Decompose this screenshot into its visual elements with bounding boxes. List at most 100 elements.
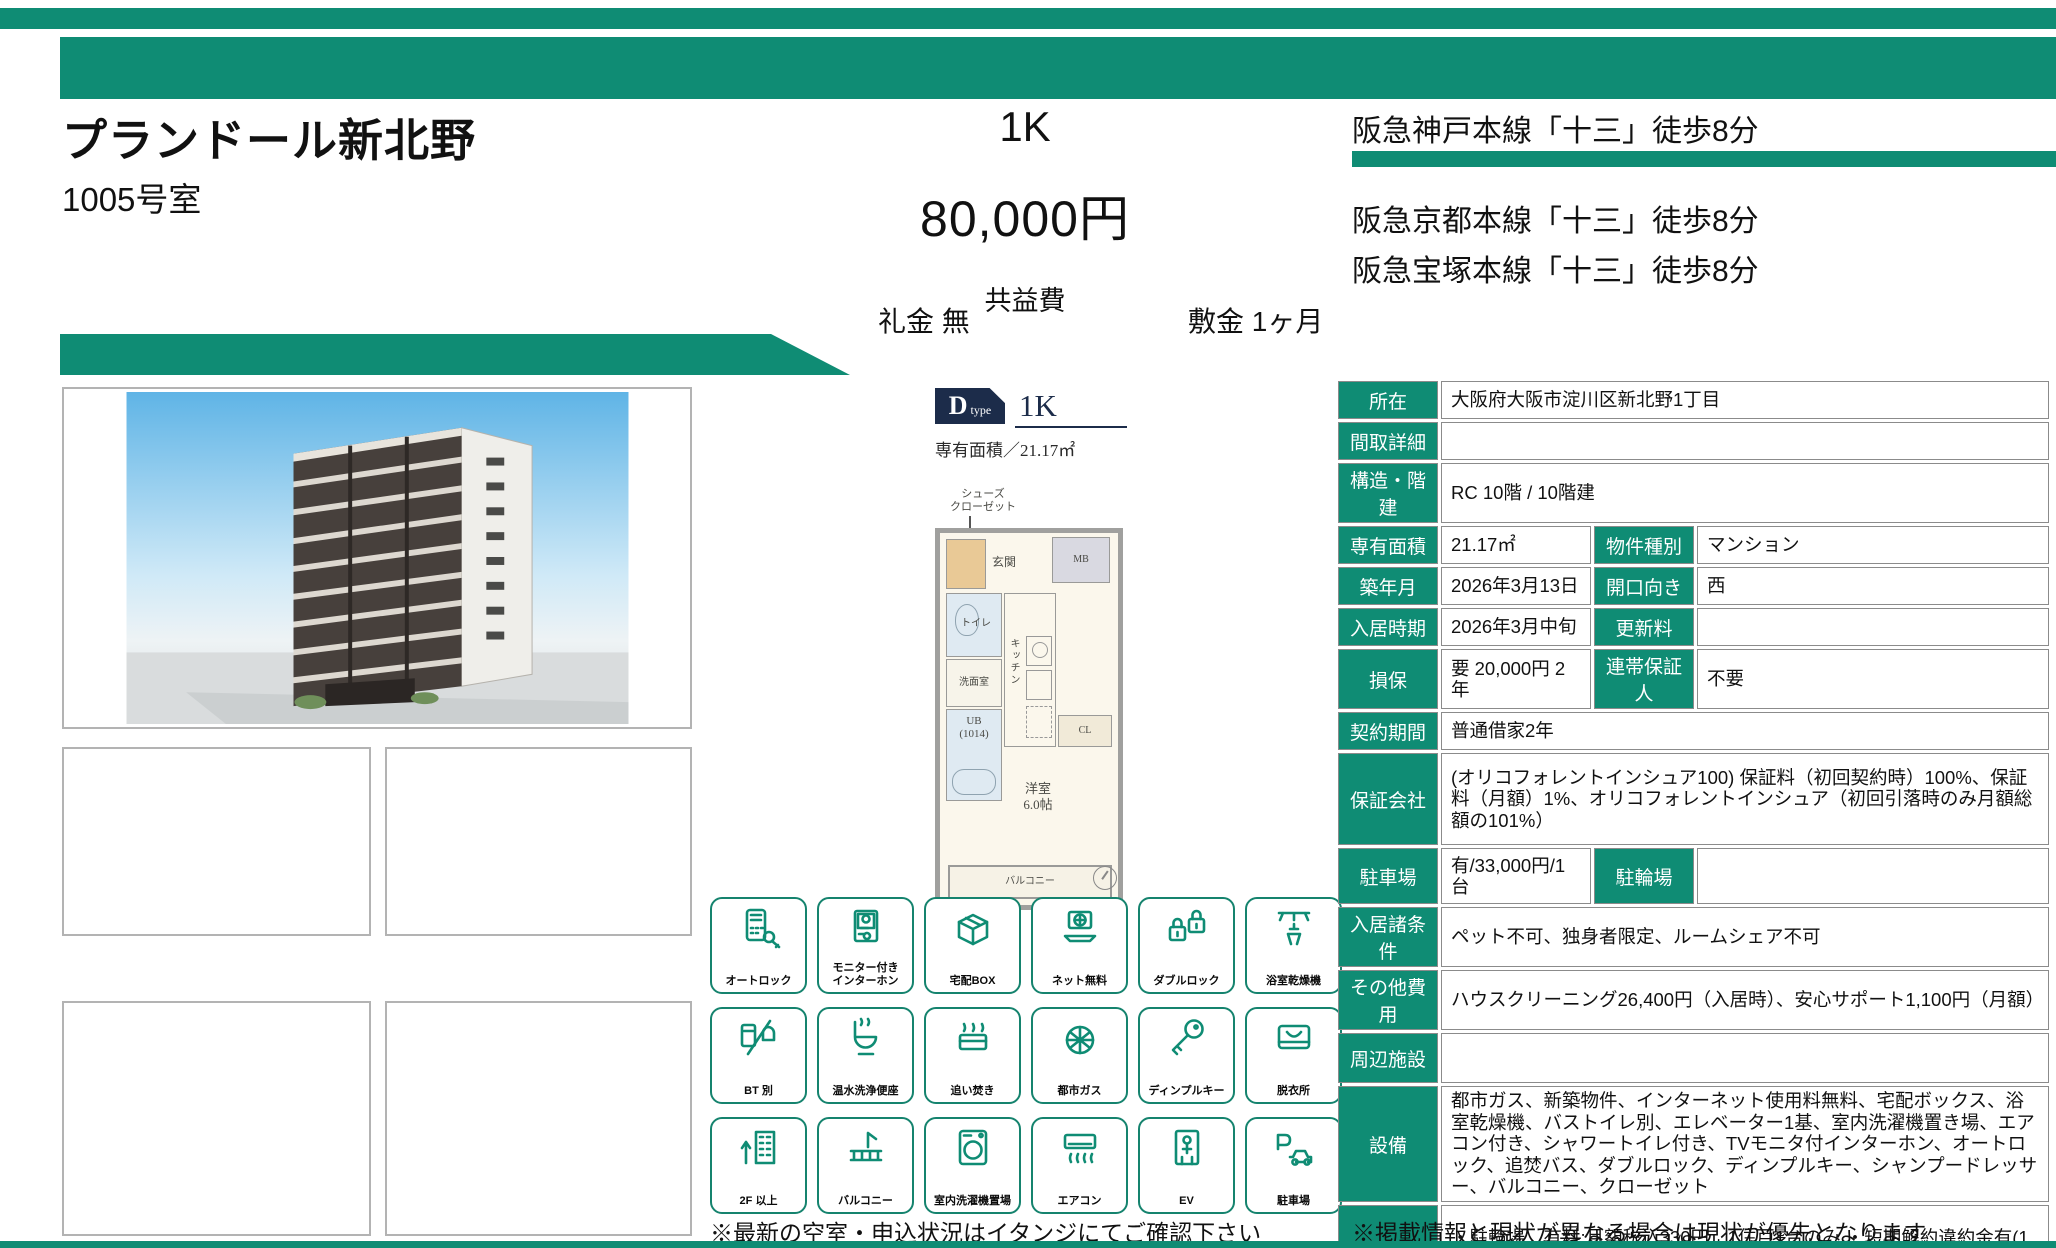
spec-label: 周辺施設 (1338, 1033, 1438, 1083)
spec-value (1441, 422, 2049, 460)
spec-value (1441, 1033, 2049, 1083)
amenity-tile-balcony: バルコニー (817, 1117, 914, 1214)
spec-row: 入居諸条件ペット不可、独身者限定、ルームシェア不可 (1338, 907, 2049, 967)
spec-label: 築年月 (1338, 567, 1438, 605)
balcony-label: バルコニー (1005, 876, 1055, 888)
photo-placeholder-3 (62, 1001, 371, 1236)
bath-dryer-icon (1270, 904, 1318, 952)
spec-row: 築年月2026年3月13日開口向き西 (1338, 567, 2049, 605)
amenity-tile-second-floor-up: 2F 以上 (710, 1117, 807, 1214)
amenity-label: 温水洗浄便座 (833, 1085, 899, 1097)
bath-toilet-separate-icon (735, 1014, 783, 1062)
header-band (60, 37, 2056, 99)
amenity-tile-autolock: オートロック (710, 897, 807, 994)
spec-label: 駐輪場 (1594, 848, 1694, 904)
kitchen-label: キッチン (1007, 638, 1019, 686)
spec-label: 契約期間 (1338, 712, 1438, 750)
layout-type: 1K (700, 103, 1350, 151)
spec-label: 更新料 (1594, 608, 1694, 646)
toilet-label: トイレ (961, 618, 991, 630)
washroom-label: 洗面室 (959, 677, 989, 689)
spec-label: 設備 (1338, 1086, 1438, 1202)
amenity-tile-city-gas: 都市ガス (1031, 1007, 1128, 1104)
balcony-area: バルコニー (948, 865, 1112, 899)
reheating-bath-icon (949, 1014, 997, 1062)
amenity-label: バルコニー (838, 1195, 893, 1207)
spec-label: 専有面積 (1338, 526, 1438, 564)
amenity-tile-double-lock: ダブルロック (1138, 897, 1235, 994)
free-internet-icon (1056, 904, 1104, 952)
price-block: 1K 80,000円 共益費 (700, 103, 1350, 318)
amenity-label: エアコン (1058, 1195, 1102, 1207)
amenity-tile-bath-toilet-separate: BT 別 (710, 1007, 807, 1104)
room-number: 1005号室 (62, 173, 476, 221)
delivery-box-icon (949, 904, 997, 952)
spec-label: 構造・階建 (1338, 463, 1438, 523)
section-divider-band (60, 334, 850, 375)
amenity-tile-elevator: EV (1138, 1117, 1235, 1214)
spec-value: 2026年3月中旬 (1441, 608, 1591, 646)
amenity-label: 脱衣所 (1277, 1085, 1310, 1097)
city-gas-icon (1056, 1014, 1104, 1062)
spec-row: 契約期間普通借家2年 (1338, 712, 2049, 750)
spec-value: マンション (1697, 526, 2049, 564)
floorplan-drawing: 玄関 MB トイレ 洗面室 UB (1014) キッチン (935, 528, 1123, 910)
spec-row: 入居時期2026年3月中旬更新料 (1338, 608, 2049, 646)
elevator-icon (1163, 1124, 1211, 1172)
monitor-intercom-icon (842, 904, 890, 952)
photo-placeholder-2 (385, 747, 692, 936)
spec-row: その他費用ハウスクリーニング26,400円（入居時）、安心サポート1,100円（… (1338, 970, 2049, 1030)
deposit: 敷金 1ヶ月 (1188, 300, 1323, 340)
spec-value (1697, 848, 2049, 904)
dressing-room-icon (1270, 1014, 1318, 1062)
spec-value (1697, 608, 2049, 646)
photo-placeholder-4 (385, 1001, 692, 1236)
shoes-closet-label: シューズ クローゼット (943, 488, 1023, 514)
floorplan-area: 専有面積／21.17㎡ (935, 436, 1075, 461)
spec-value: 都市ガス、新築物件、インターネット使用料無料、宅配ボックス、浴室乾燥機、バストイ… (1441, 1086, 2049, 1202)
floorplan-type-word: type (971, 403, 992, 418)
spec-label: 開口向き (1594, 567, 1694, 605)
amenity-label: ディンプルキー (1149, 1085, 1225, 1097)
spec-value: 要 20,000円 2年 (1441, 649, 1591, 709)
meter-box-label: MB (1073, 554, 1089, 566)
spec-label: 保証会社 (1338, 753, 1438, 845)
spec-row: 設備都市ガス、新築物件、インターネット使用料無料、宅配ボックス、浴室乾燥機、バス… (1338, 1086, 2049, 1202)
spec-row: 周辺施設 (1338, 1033, 2049, 1083)
spec-label: 連帯保証人 (1594, 649, 1694, 709)
spec-value: 大阪府大阪市淀川区新北野1丁目 (1441, 381, 2049, 419)
floorplan-layout-underline (1015, 426, 1127, 428)
floorplan: D type 1K 専有面積／21.17㎡ シューズ クローゼット 玄関 MB … (935, 388, 1145, 908)
property-sheet: プランドール新北野 1005号室 1K 80,000円 共益費 礼金 無 敷金 … (0, 0, 2056, 1248)
spec-label: 入居時期 (1338, 608, 1438, 646)
closet-label: CL (1079, 725, 1092, 737)
bottom-strip (0, 1241, 2056, 1248)
spec-label: その他費用 (1338, 970, 1438, 1030)
spec-table: 所在大阪府大阪市淀川区新北野1丁目間取詳細構造・階建RC 10階 / 10階建専… (1335, 378, 2052, 1248)
access-line-2: 阪急京都本線「十三」徒歩8分 (1352, 196, 1759, 240)
spec-row: 保証会社(オリコフォレントインシュア100) 保証料（初回契約時）100%、保証… (1338, 753, 2049, 845)
amenity-label: 都市ガス (1058, 1085, 1102, 1097)
unit-bath-label: UB (1014) (947, 715, 1001, 741)
dimple-key-icon (1163, 1014, 1211, 1062)
amenity-label: 宅配BOX (950, 975, 996, 987)
access-underline (1352, 151, 2056, 167)
spec-label: 駐車場 (1338, 848, 1438, 904)
entrance-label: 玄関 (992, 555, 1016, 569)
spec-row: 間取詳細 (1338, 422, 2049, 460)
spec-label: 物件種別 (1594, 526, 1694, 564)
spec-label: 入居諸条件 (1338, 907, 1438, 967)
spec-value: 有/33,000円/1台 (1441, 848, 1591, 904)
spec-row: 専有面積21.17㎡物件種別マンション (1338, 526, 2049, 564)
meter-box: MB (1052, 537, 1110, 583)
building-render (125, 392, 630, 724)
autolock-icon (735, 904, 783, 952)
toilet-room: トイレ (946, 593, 1002, 657)
amenity-label: 浴室乾燥機 (1266, 975, 1321, 987)
spec-label: 間取詳細 (1338, 422, 1438, 460)
page-title: プランドール新北野 (62, 104, 476, 169)
amenity-label: モニター付き インターホン (833, 962, 899, 987)
amenity-tile-dressing-room: 脱衣所 (1245, 1007, 1342, 1104)
spec-row: 構造・階建RC 10階 / 10階建 (1338, 463, 2049, 523)
parking-icon (1270, 1124, 1318, 1172)
